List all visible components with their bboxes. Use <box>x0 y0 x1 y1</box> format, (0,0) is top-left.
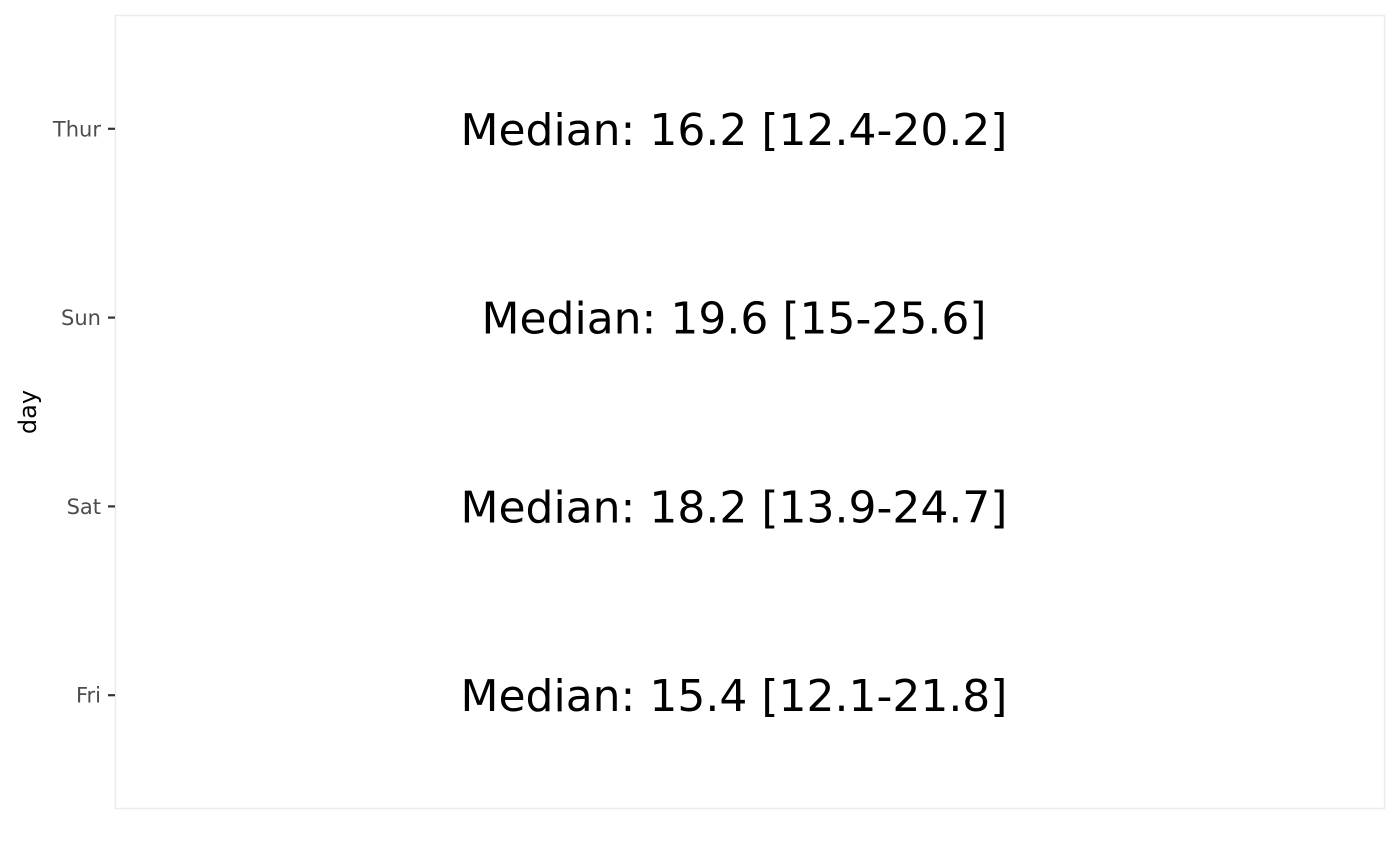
median-annotation: Median: 18.2 [13.9-24.7] <box>461 482 1008 533</box>
median-annotation: Median: 16.2 [12.4-20.2] <box>461 105 1008 156</box>
median-annotation: Median: 15.4 [12.1-21.8] <box>461 671 1008 722</box>
median-annotation: Median: 19.6 [15-25.6] <box>482 294 987 345</box>
y-tick-label: Thur <box>52 117 101 141</box>
y-tick-label: Sat <box>67 495 101 519</box>
y-axis-title: day <box>14 390 42 434</box>
chart-svg: Fri Sat Sun Thur Median: 15.4 [12.1-21.8] Me… <box>14 14 1386 810</box>
y-tick-label: Fri <box>76 684 101 708</box>
chart: Fri Sat Sun Thur Median: 15.4 [12.1-21.8] Me… <box>0 0 1400 866</box>
y-tick-label: Sun <box>61 306 101 330</box>
y-axis: Fri Sat Sun Thur <box>52 117 115 708</box>
